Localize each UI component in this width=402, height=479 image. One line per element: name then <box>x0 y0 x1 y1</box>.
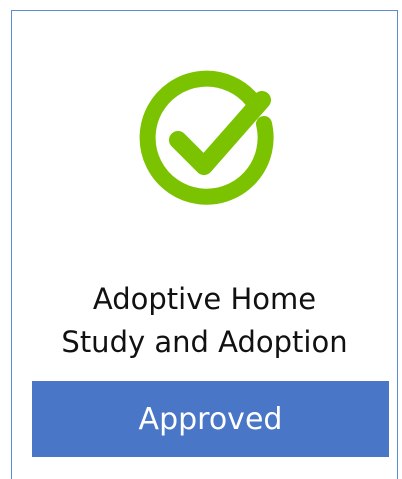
status-label: Approved <box>138 401 283 437</box>
check-circle-icon <box>139 70 274 205</box>
card-title: Adoptive Home Study and Adoption <box>11 278 398 364</box>
card-title-line-1: Adoptive Home <box>92 282 317 316</box>
status-badge: Approved <box>32 381 389 457</box>
card-title-line-2: Study and Adoption <box>61 325 348 359</box>
